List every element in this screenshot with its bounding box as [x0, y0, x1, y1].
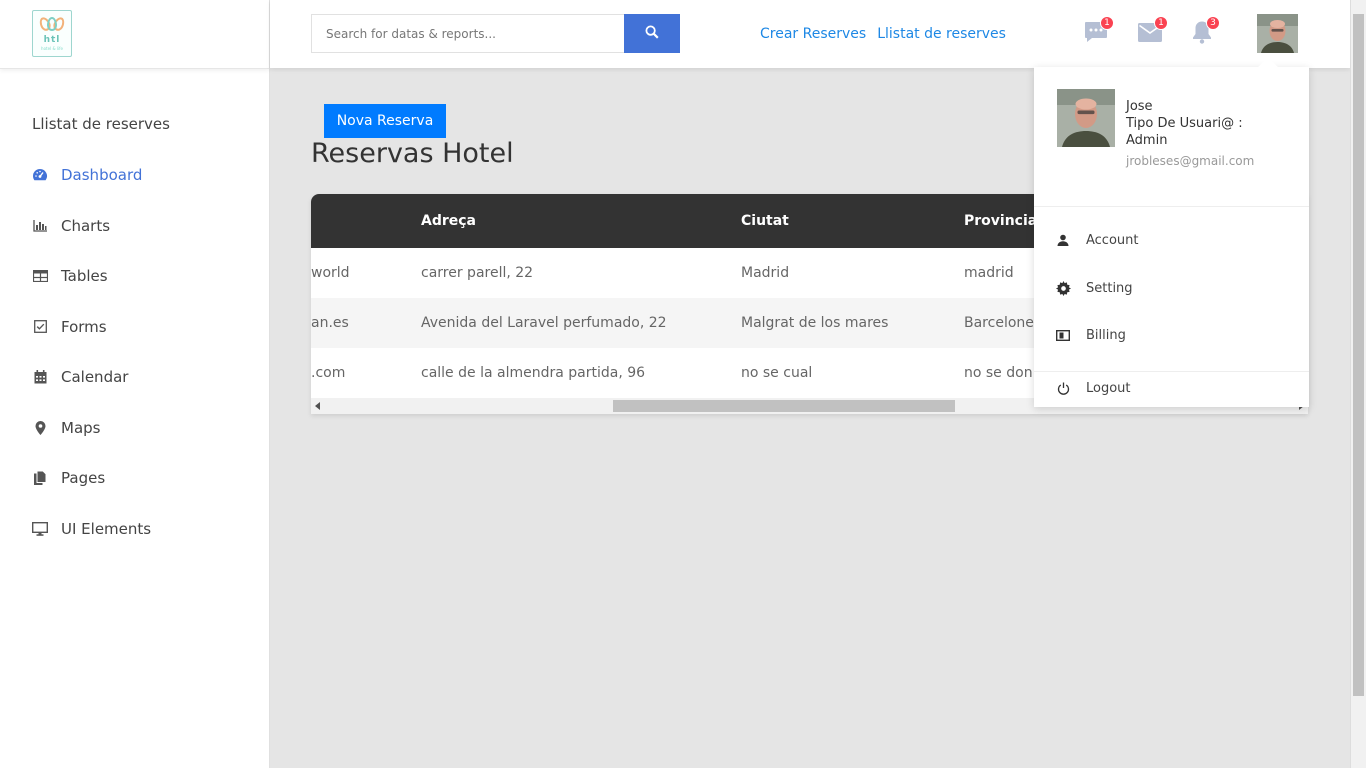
- table-cell: .com: [311, 365, 346, 381]
- top-nav-links: Crear Reserves Llistat de reserves: [760, 26, 1006, 42]
- calendar-icon: [32, 369, 48, 385]
- menu-item-account[interactable]: Account: [1055, 230, 1139, 250]
- sidebar-item-maps[interactable]: Maps: [0, 403, 270, 454]
- table-icon: [32, 268, 48, 284]
- user-info: Jose Tipo De Usuari@ : Admin: [1126, 98, 1286, 149]
- sidebar-item-label: UI Elements: [61, 519, 152, 538]
- messages-badge: 1: [1100, 16, 1114, 30]
- logo-subtext: hotel & life: [41, 45, 63, 51]
- notifications-button[interactable]: 3: [1190, 16, 1220, 46]
- menu-item-setting[interactable]: Setting: [1055, 278, 1133, 298]
- pages-icon: [32, 470, 48, 486]
- billing-icon: [1055, 327, 1071, 343]
- sidebar-item-calendar[interactable]: Calendar: [0, 352, 270, 403]
- sidebar-item-label: Dashboard: [61, 166, 143, 185]
- page-scrollbar-thumb[interactable]: [1353, 14, 1364, 696]
- table-cell: carrer parell, 22: [421, 265, 534, 281]
- scroll-left-icon[interactable]: [315, 402, 320, 410]
- lotus-icon: [37, 15, 67, 33]
- menu-item-label: Setting: [1086, 280, 1133, 296]
- table-cell: Barcelone: [964, 315, 1034, 331]
- sidebar-nav: Dashboard Charts Tables Forms Calendar M…: [0, 150, 270, 554]
- sidebar-item-dashboard[interactable]: Dashboard: [0, 150, 270, 201]
- search-button[interactable]: [624, 14, 680, 53]
- user-dropdown-menu: Jose Tipo De Usuari@ : Admin jrobleses@g…: [1034, 67, 1309, 407]
- user-role: Tipo De Usuari@ : Admin: [1126, 116, 1243, 148]
- gear-icon: [1055, 280, 1071, 296]
- user-avatar-large: [1057, 89, 1115, 147]
- table-cell: Malgrat de los mares: [741, 315, 889, 331]
- column-header-adreca: Adreça: [421, 213, 477, 229]
- desktop-icon: [32, 521, 48, 537]
- table-cell: no se don: [964, 365, 1033, 381]
- notifications-badge: 3: [1206, 16, 1220, 30]
- avatar[interactable]: [1257, 14, 1298, 53]
- sidebar-item-tables[interactable]: Tables: [0, 251, 270, 302]
- menu-item-label: Logout: [1086, 380, 1131, 396]
- page-title: Reservas Hotel: [311, 138, 514, 169]
- search-bar: [311, 14, 680, 53]
- checkbox-icon: [32, 319, 48, 335]
- dashboard-icon: [32, 167, 48, 183]
- map-marker-icon: [32, 420, 48, 436]
- sidebar-item-label: Maps: [61, 418, 101, 437]
- page-scrollbar[interactable]: [1350, 0, 1366, 768]
- new-reservation-button[interactable]: Nova Reserva: [324, 104, 446, 138]
- logo-area: htl hotel & life: [0, 0, 269, 69]
- mail-badge: 1: [1154, 16, 1168, 30]
- sidebar-item-charts[interactable]: Charts: [0, 201, 270, 252]
- menu-item-label: Account: [1086, 232, 1139, 248]
- user-icon: [1055, 232, 1071, 248]
- sidebar-item-ui-elements[interactable]: UI Elements: [0, 504, 270, 555]
- table-cell: calle de la almendra partida, 96: [421, 365, 646, 381]
- sidebar-item-forms[interactable]: Forms: [0, 302, 270, 353]
- column-header-ciutat: Ciutat: [741, 213, 789, 229]
- search-input[interactable]: [311, 14, 624, 53]
- menu-item-label: Billing: [1086, 327, 1126, 343]
- table-cell: Avenida del Laravel perfumado, 22: [421, 315, 667, 331]
- mail-button[interactable]: 1: [1138, 16, 1168, 46]
- menu-item-billing[interactable]: Billing: [1055, 325, 1126, 345]
- sidebar: htl hotel & life Llistat de reserves Das…: [0, 0, 270, 768]
- divider: [1034, 371, 1309, 372]
- sidebar-item-label: Forms: [61, 317, 107, 336]
- table-cell: no se cual: [741, 365, 813, 381]
- sidebar-title: Llistat de reserves: [32, 115, 170, 133]
- logo[interactable]: htl hotel & life: [32, 10, 72, 57]
- logo-text: htl: [43, 34, 61, 45]
- table-cell: an.es: [311, 315, 349, 331]
- link-llistat-reserves[interactable]: Llistat de reserves: [877, 26, 1006, 42]
- sidebar-item-label: Tables: [61, 267, 108, 286]
- table-cell: madrid: [964, 265, 1014, 281]
- bar-chart-icon: [32, 218, 48, 234]
- sidebar-item-label: Charts: [61, 216, 111, 235]
- sidebar-item-label: Pages: [61, 469, 106, 488]
- link-crear-reserves[interactable]: Crear Reserves: [760, 26, 866, 42]
- sidebar-item-label: Calendar: [61, 368, 129, 387]
- menu-item-logout[interactable]: Logout: [1055, 378, 1131, 398]
- user-name: Jose: [1126, 99, 1153, 114]
- table-cell: world: [311, 265, 350, 281]
- column-header-provincia: Provincia: [964, 213, 1038, 229]
- table-scrollbar-thumb[interactable]: [613, 400, 955, 412]
- top-header: Crear Reserves Llistat de reserves 1 1 3: [270, 0, 1350, 68]
- user-email: jrobleses@gmail.com: [1126, 154, 1255, 168]
- sidebar-item-pages[interactable]: Pages: [0, 453, 270, 504]
- search-icon: [645, 25, 659, 42]
- messages-button[interactable]: 1: [1084, 16, 1114, 46]
- table-cell: Madrid: [741, 265, 790, 281]
- divider: [1034, 206, 1309, 207]
- power-icon: [1055, 380, 1071, 396]
